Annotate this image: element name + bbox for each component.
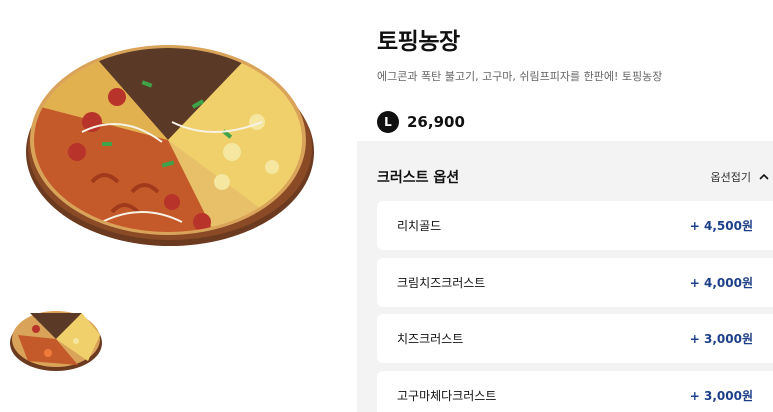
crust-option[interactable]: 고구마체다크러스트 + 3,000원 [377, 371, 773, 412]
crust-option-price: + 3,000원 [689, 332, 753, 346]
price-row: L 26,900 [377, 111, 465, 133]
crust-option-name: 크림치즈크러스트 [397, 276, 486, 290]
pizza-main-image [26, 45, 314, 246]
collapse-options-button[interactable]: 옵션접기 [711, 169, 769, 185]
crust-option[interactable]: 리치골드 + 4,500원 [377, 201, 773, 250]
crust-option[interactable]: 치즈크러스트 + 3,000원 [377, 314, 773, 363]
options-header: 크러스트 옵션 옵션접기 [377, 167, 773, 187]
crust-option[interactable]: 크림치즈크러스트 + 4,000원 [377, 258, 773, 307]
product-title: 토핑농장 [377, 29, 460, 55]
options-title: 크러스트 옵션 [377, 170, 460, 186]
collapse-label: 옵션접기 [710, 171, 751, 184]
crust-option-price: + 4,000원 [689, 276, 753, 290]
size-badge: L [377, 111, 399, 133]
product-price: 26,900 [407, 113, 465, 131]
crust-options-panel: 크러스트 옵션 옵션접기 리치골드 + 4,500원 크림치즈크러스트 + 4,… [357, 141, 773, 412]
crust-option-name: 리치골드 [397, 219, 442, 233]
crust-option-name: 치즈크러스트 [397, 332, 464, 346]
product-gallery [0, 0, 340, 412]
product-info: 토핑농장 에그콘과 폭탄 불고기, 고구마, 쉬림프피자를 한판에! 토핑농장 … [357, 0, 773, 412]
product-subtitle: 에그콘과 폭탄 불고기, 고구마, 쉬림프피자를 한판에! 토핑농장 [377, 70, 663, 83]
pizza-thumbnail[interactable] [8, 305, 104, 373]
crust-option-price: + 3,000원 [689, 389, 753, 403]
crust-option-price: + 4,500원 [689, 219, 753, 233]
chevron-up-icon [759, 174, 769, 180]
crust-option-name: 고구마체다크러스트 [397, 389, 497, 403]
